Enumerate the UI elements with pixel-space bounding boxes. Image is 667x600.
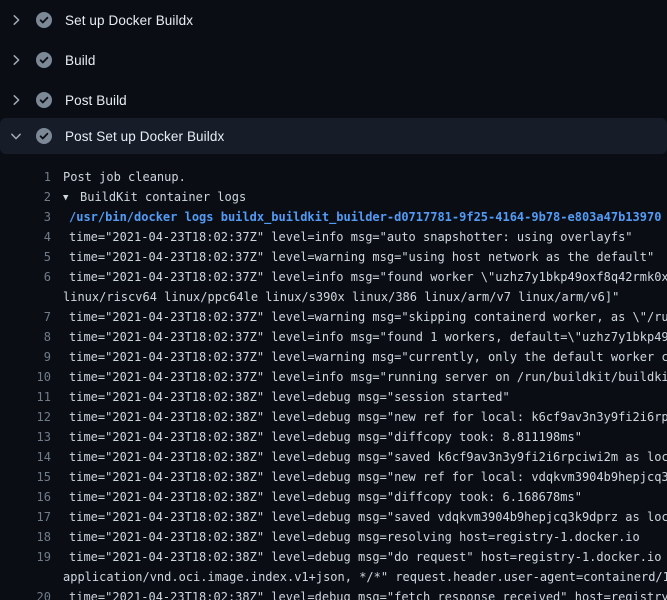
log-line: 10 time="2021-04-23T18:02:37Z" level=inf…	[0, 367, 667, 387]
log-line-text: Post job cleanup.	[63, 167, 186, 187]
log-line-number[interactable]: 16	[0, 487, 51, 507]
group-collapse-toggle-icon[interactable]: ▼	[63, 188, 80, 207]
check-circle-icon	[36, 52, 52, 68]
log-line: 11 time="2021-04-23T18:02:38Z" level=deb…	[0, 387, 667, 407]
log-line-number[interactable]: 6	[0, 267, 51, 287]
log-line-text: time="2021-04-23T18:02:38Z" level=debug …	[69, 427, 582, 447]
log-line: 16 time="2021-04-23T18:02:38Z" level=deb…	[0, 487, 667, 507]
log-line: linux/riscv64 linux/ppc64le linux/s390x …	[0, 287, 667, 307]
log-line-text: linux/riscv64 linux/ppc64le linux/s390x …	[63, 287, 619, 307]
chevron-down-icon[interactable]	[8, 128, 24, 144]
log-line: 20 time="2021-04-23T18:02:38Z" level=deb…	[0, 587, 667, 600]
log-line: 12 time="2021-04-23T18:02:38Z" level=deb…	[0, 407, 667, 427]
check-circle-icon	[36, 12, 52, 28]
log-line: 17 time="2021-04-23T18:02:38Z" level=deb…	[0, 507, 667, 527]
log-line-text: time="2021-04-23T18:02:38Z" level=debug …	[69, 507, 667, 527]
log-line: 8 time="2021-04-23T18:02:37Z" level=info…	[0, 327, 667, 347]
log-line-number[interactable]: 14	[0, 447, 51, 467]
log-line-number[interactable]: 4	[0, 227, 51, 247]
step-title: Post Set up Docker Buildx	[65, 129, 224, 144]
log-line-number[interactable]: 9	[0, 347, 51, 367]
step-list: Set up Docker Buildx Build Post Buil	[0, 0, 667, 154]
step-header[interactable]: Build	[0, 40, 667, 80]
log-line-number[interactable]: 8	[0, 327, 51, 347]
log-line-text: time="2021-04-23T18:02:37Z" level=warnin…	[69, 247, 654, 267]
chevron-right-icon[interactable]	[8, 52, 24, 68]
log-line-number[interactable]: 10	[0, 367, 51, 387]
log-line-number[interactable]: 11	[0, 387, 51, 407]
log-line: 14 time="2021-04-23T18:02:38Z" level=deb…	[0, 447, 667, 467]
log-line-text: time="2021-04-23T18:02:37Z" level=info m…	[69, 227, 633, 247]
log-line: 2 ▼BuildKit container logs	[0, 187, 667, 207]
log-line-number[interactable]: 7	[0, 307, 51, 327]
log-line-text: time="2021-04-23T18:02:38Z" level=debug …	[69, 467, 667, 487]
log-line: 1 Post job cleanup.	[0, 167, 667, 187]
log-line: application/vnd.oci.image.index.v1+json,…	[0, 567, 667, 587]
log-line: 3 /usr/bin/docker logs buildx_buildkit_b…	[0, 207, 667, 227]
log-line-text: time="2021-04-23T18:02:37Z" level=warnin…	[69, 347, 667, 367]
step-header[interactable]: Post Build	[0, 80, 667, 120]
log-line-text: ▼BuildKit container logs	[63, 187, 246, 207]
log-line-number[interactable]: 5	[0, 247, 51, 267]
log-line-number[interactable]: 3	[0, 207, 51, 227]
log-line-text: time="2021-04-23T18:02:38Z" level=debug …	[69, 527, 640, 547]
log-line-text: time="2021-04-23T18:02:38Z" level=debug …	[69, 407, 667, 427]
step-header[interactable]: Post Set up Docker Buildx	[0, 118, 667, 154]
step-title: Set up Docker Buildx	[65, 13, 193, 28]
check-circle-icon	[36, 128, 52, 144]
log-line-text: time="2021-04-23T18:02:38Z" level=debug …	[69, 587, 667, 600]
log-line-number[interactable]: 13	[0, 427, 51, 447]
log-line: 4 time="2021-04-23T18:02:37Z" level=info…	[0, 227, 667, 247]
log-line-number[interactable]: 20	[0, 587, 51, 600]
log-line: 9 time="2021-04-23T18:02:37Z" level=warn…	[0, 347, 667, 367]
log-line: 19 time="2021-04-23T18:02:38Z" level=deb…	[0, 547, 667, 567]
log-line-text: time="2021-04-23T18:02:37Z" level=info m…	[69, 267, 667, 287]
log-line-number[interactable]: 19	[0, 547, 51, 567]
step-title: Post Build	[65, 93, 127, 108]
log-line-number[interactable]: 1	[0, 167, 51, 187]
group-title: BuildKit container logs	[80, 190, 246, 204]
log-line-text: application/vnd.oci.image.index.v1+json,…	[63, 567, 667, 587]
log-line: 18 time="2021-04-23T18:02:38Z" level=deb…	[0, 527, 667, 547]
workflow-log-viewer: Set up Docker Buildx Build Post Buil	[0, 0, 667, 600]
log-line: 7 time="2021-04-23T18:02:37Z" level=warn…	[0, 307, 667, 327]
log-line: 13 time="2021-04-23T18:02:38Z" level=deb…	[0, 427, 667, 447]
chevron-right-icon[interactable]	[8, 12, 24, 28]
step-header[interactable]: Set up Docker Buildx	[0, 0, 667, 40]
log-line-number[interactable]: 2	[0, 187, 51, 207]
log-line-text: time="2021-04-23T18:02:38Z" level=debug …	[69, 387, 510, 407]
log-line-text: time="2021-04-23T18:02:37Z" level=warnin…	[69, 307, 667, 327]
log-line-text: time="2021-04-23T18:02:37Z" level=info m…	[69, 327, 667, 347]
chevron-right-icon[interactable]	[8, 92, 24, 108]
log-line-text: time="2021-04-23T18:02:38Z" level=debug …	[69, 447, 667, 467]
log-line: 6 time="2021-04-23T18:02:37Z" level=info…	[0, 267, 667, 287]
log-line: 15 time="2021-04-23T18:02:38Z" level=deb…	[0, 467, 667, 487]
log-line-number[interactable]: 15	[0, 467, 51, 487]
log-line: 5 time="2021-04-23T18:02:37Z" level=warn…	[0, 247, 667, 267]
log-line-number[interactable]: 12	[0, 407, 51, 427]
log-command-text: /usr/bin/docker logs buildx_buildkit_bui…	[69, 207, 661, 227]
log-line-text: time="2021-04-23T18:02:38Z" level=debug …	[69, 487, 582, 507]
log-line-text: time="2021-04-23T18:02:37Z" level=info m…	[69, 367, 667, 387]
step-title: Build	[65, 53, 96, 68]
log-line-text: time="2021-04-23T18:02:38Z" level=debug …	[69, 547, 667, 567]
log-line-number[interactable]: 17	[0, 507, 51, 527]
check-circle-icon	[36, 92, 52, 108]
log-line-number[interactable]: 18	[0, 527, 51, 547]
log-output: 1 Post job cleanup. 2 ▼BuildKit containe…	[0, 167, 667, 600]
